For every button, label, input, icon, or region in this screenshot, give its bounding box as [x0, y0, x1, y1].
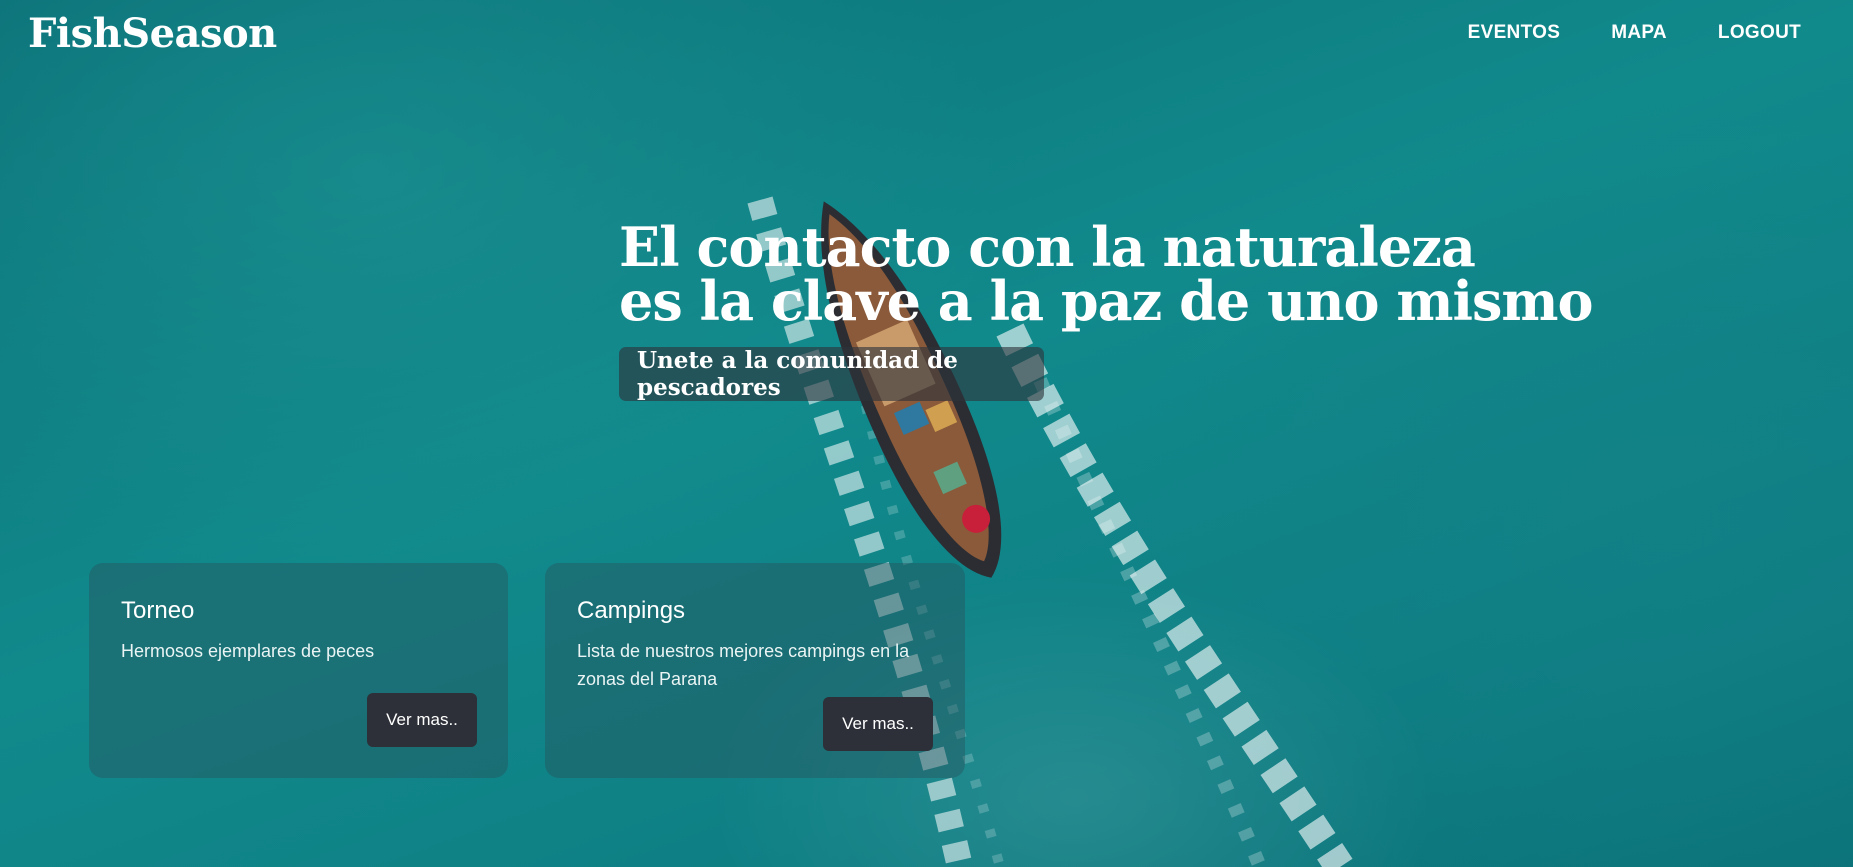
- hero-heading-line-2: es la clave a la paz de uno mismo: [619, 269, 1594, 333]
- hero-heading: El contacto con la naturaleza es la clav…: [619, 215, 1594, 333]
- hero-heading-line-1: El contacto con la naturaleza: [619, 215, 1476, 279]
- nav-link-mapa[interactable]: MAPA: [1611, 22, 1667, 44]
- top-navbar: FishSeason EVENTOS MAPA LOGOUT: [0, 0, 1853, 66]
- nav-link-eventos[interactable]: EVENTOS: [1468, 22, 1561, 44]
- main-nav: EVENTOS MAPA LOGOUT: [1468, 22, 1801, 44]
- join-community-button[interactable]: Unete a la comunidad de pescadores: [619, 347, 1044, 401]
- card-torneo: Torneo Hermosos ejemplares de peces Ver …: [89, 563, 508, 778]
- ver-mas-torneo-button[interactable]: Ver mas..: [367, 693, 477, 747]
- card-title: Torneo: [121, 597, 195, 624]
- card-description: Hermosos ejemplares de peces: [121, 641, 375, 661]
- nav-link-logout[interactable]: LOGOUT: [1718, 22, 1801, 44]
- card-description: Lista de nuestros mejores campings en la…: [577, 641, 910, 689]
- card-title: Campings: [577, 597, 686, 624]
- brand-logo[interactable]: FishSeason: [28, 10, 277, 57]
- card-campings: Campings Lista de nuestros mejores campi…: [545, 563, 965, 778]
- ver-mas-campings-button[interactable]: Ver mas..: [823, 697, 933, 751]
